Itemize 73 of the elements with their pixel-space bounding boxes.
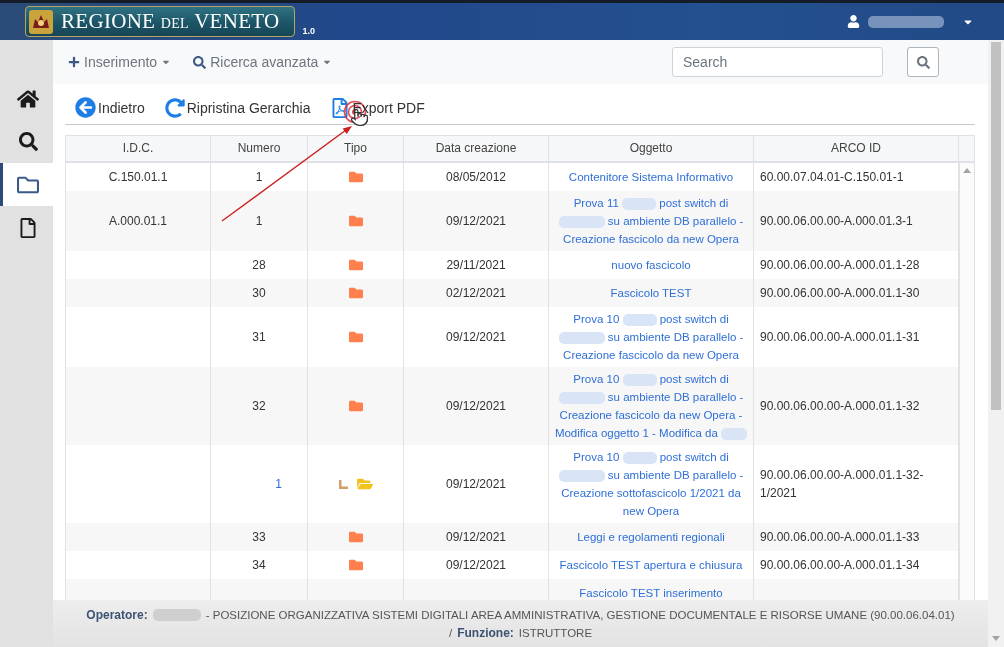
subject-link[interactable]: Leggi e regolamenti regionali (577, 528, 725, 546)
back-arrow-icon (75, 97, 96, 118)
folder-icon (348, 330, 363, 344)
folder-icon (348, 286, 363, 300)
redacted-text (622, 313, 657, 326)
field-label: Operatore: (86, 606, 148, 624)
logo-title: REGIONE DEL VENETO (61, 9, 280, 34)
version-label: 1.0 (302, 26, 316, 36)
rotate-arrow-icon (164, 97, 185, 118)
redacted-text (152, 608, 201, 621)
scrollbar-thumb[interactable] (991, 42, 1001, 410)
plus-icon (68, 56, 80, 68)
subject-link[interactable]: Prova 11 post switch di su ambiente DB parallelo - Creazione fascicolo da new Opera (553, 194, 749, 248)
subject-link[interactable]: nuovo fascicolo (611, 256, 691, 274)
column-header[interactable]: Data creazione (404, 136, 549, 161)
search-field[interactable]: Search (672, 47, 883, 77)
dropdown-menu-button[interactable]: Ricerca avanzata (193, 54, 333, 70)
subject-link[interactable]: Fascicolo TEST (610, 284, 692, 302)
folder-icon (348, 258, 363, 272)
toolbar-button[interactable]: Indietro (75, 97, 145, 118)
column-header[interactable]: Numero (211, 136, 308, 161)
record-number-link[interactable]: 1 (275, 475, 282, 493)
sidebar-item[interactable] (0, 163, 53, 206)
toolbar-button[interactable]: Ripristina Gerarchia (164, 97, 311, 118)
scrollbar-track[interactable] (959, 163, 974, 600)
table-row[interactable]: 30 02/12/2021 Fascicolo TEST 90.00.06.00.00-A.000.01.1-30 (66, 279, 959, 307)
redacted-text (558, 215, 605, 228)
logo-banner[interactable]: REGIONE DEL VENETO (25, 6, 295, 37)
scroll-up-icon[interactable] (963, 168, 971, 173)
search-icon (916, 55, 930, 69)
table-row[interactable]: A.000.01.1 1 09/12/2021 Prova 11 post switch di su ambiente DB parallelo - Creazione fascicolo da new Opera 90.00.06.00.00-A.000.01.3-1 (66, 191, 959, 251)
field-label: Funzione: (457, 624, 514, 642)
tree-connector-icon (338, 479, 348, 489)
folder-icon (348, 399, 363, 413)
folder-icon (348, 170, 363, 184)
subject-link[interactable]: Prova 10 post switch di su ambiente DB parallelo - Creazione sottofascicolo 1/2021 da new Opera (553, 448, 749, 520)
search-icon (18, 132, 38, 151)
subject-link[interactable]: Fascicolo TEST inserimento (579, 584, 723, 600)
footer-text: - POSIZIONE ORGANIZZATIVA SISTEMI DIGITALI AREA AMMINISTRATIVA, GESTIONE DOCUMENTALE E RISORSE UMANE (90.00.06.04.01) (205, 607, 955, 623)
subject-link[interactable]: Contenitore Sistema Informativo (568, 168, 734, 186)
table-row[interactable]: 32 09/12/2021 Prova 10 post switch di su ambiente DB parallelo - Creazione fascicolo da new Opera - Modifica oggetto 1 - Modifica da 90.00.06.00.00-A.000.01.1-32 (66, 367, 959, 445)
emblem-icon (29, 9, 53, 34)
folder-icon (348, 558, 363, 572)
folder-icon (348, 530, 363, 544)
redacted-text (622, 197, 657, 210)
user-icon (847, 15, 860, 28)
folder-icon (348, 214, 363, 228)
redacted-text (558, 331, 605, 344)
table-row[interactable]: 33 09/12/2021 Leggi e regolamenti regionali 90.00.06.00.00-A.000.01.1-33 (66, 523, 959, 551)
redacted-text (622, 373, 657, 386)
home-icon (17, 87, 39, 110)
column-header[interactable]: I.D.C. (66, 136, 211, 161)
scrollbar-track[interactable] (988, 40, 1004, 647)
column-header[interactable]: Tipo (308, 136, 404, 161)
subject-link[interactable]: Prova 10 post switch di su ambiente DB parallelo - Creazione fascicolo da new Opera - Modifica oggetto 1 - Modifica da (553, 370, 749, 442)
user-menu-button[interactable] (847, 15, 974, 28)
open-folder-icon (356, 476, 373, 492)
redacted-text (721, 427, 748, 440)
document-icon (18, 217, 38, 238)
redacted-text (622, 451, 657, 464)
redacted-text (558, 469, 605, 482)
pdf-file-icon (330, 97, 351, 118)
table-row[interactable]: Fascicolo TEST inserimento (66, 579, 959, 600)
footer-text: ISTRUTTORE (518, 625, 593, 641)
search-icon (193, 55, 207, 69)
dropdown-menu-button[interactable]: Inserimento (68, 54, 172, 70)
subject-link[interactable]: Prova 10 post switch di su ambiente DB parallelo - Creazione fascicolo da new Opera (553, 310, 749, 364)
search-button[interactable] (907, 47, 939, 77)
subject-link[interactable]: Fascicolo TEST apertura e chiusura (559, 556, 743, 574)
column-header[interactable]: Oggetto (549, 136, 754, 161)
footer-text: / (448, 625, 453, 641)
redacted-text (558, 391, 605, 404)
column-header[interactable]: ARCO ID (754, 136, 959, 161)
